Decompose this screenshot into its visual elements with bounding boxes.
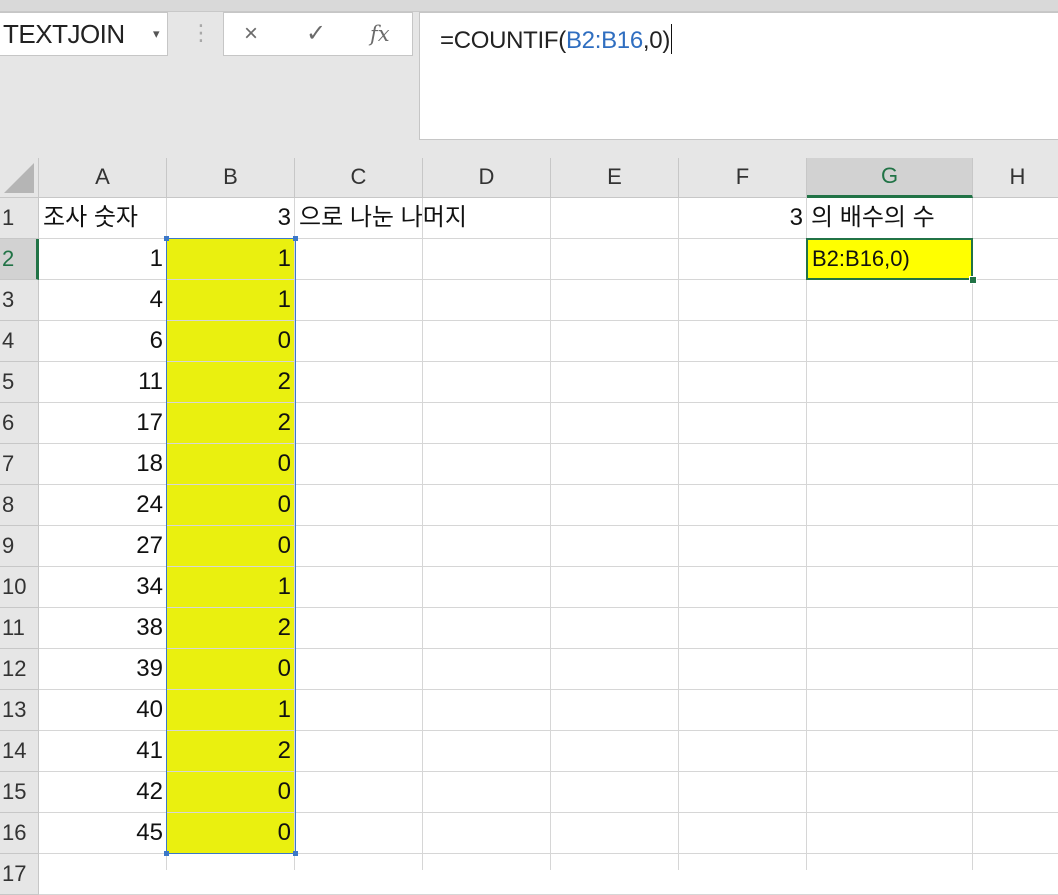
text-caret — [671, 24, 673, 54]
row-header-13[interactable]: 13 — [0, 690, 39, 731]
column-header-h[interactable]: H — [973, 158, 1058, 198]
row-header-7[interactable]: 7 — [0, 444, 39, 485]
row-header-15[interactable]: 15 — [0, 772, 39, 813]
range-handle-bottom-right[interactable] — [293, 851, 298, 856]
column-header-a[interactable]: A — [39, 158, 167, 198]
name-box-value: TEXTJOIN — [3, 19, 125, 49]
cell-a14[interactable]: 41 — [39, 731, 167, 771]
cell-a2[interactable]: 1 — [39, 239, 167, 279]
cell-c1[interactable]: 으로 나눈 나머지 — [295, 198, 555, 238]
row-header-2[interactable]: 2 — [0, 239, 39, 280]
cell-edit-text: B2:B16,0) — [812, 246, 910, 271]
active-cell-g2[interactable]: B2:B16,0) — [806, 238, 973, 280]
row-header-6[interactable]: 6 — [0, 403, 39, 444]
select-all-triangle-icon — [4, 163, 34, 193]
cell-a4[interactable]: 6 — [39, 321, 167, 361]
cell-a5[interactable]: 11 — [39, 362, 167, 402]
cell-a13[interactable]: 40 — [39, 690, 167, 730]
row-header-1[interactable]: 1 — [0, 198, 39, 239]
cell-a16[interactable]: 45 — [39, 813, 167, 853]
grid-column-line — [422, 198, 423, 870]
range-handle-bottom-left[interactable] — [164, 851, 169, 856]
cell-a10[interactable]: 34 — [39, 567, 167, 607]
column-header-b[interactable]: B — [167, 158, 295, 198]
enter-icon[interactable]: ✓ — [306, 13, 326, 55]
worksheet-grid[interactable]: 1 4 6 11 17 18 24 27 34 38 39 40 41 42 45 1 1 0 2 2 0 0 0 1 2 0 1 2… — [39, 198, 1058, 895]
grid-column-line — [550, 198, 551, 870]
cell-g1[interactable]: 의 배수의 수 — [807, 198, 1007, 238]
cancel-icon[interactable]: × — [244, 13, 258, 55]
column-header-c[interactable]: C — [295, 158, 423, 198]
row-header-8[interactable]: 8 — [0, 485, 39, 526]
column-header-e[interactable]: E — [551, 158, 679, 198]
row-header-9[interactable]: 9 — [0, 526, 39, 567]
formula-reference-box — [166, 238, 296, 854]
formula-buttons: × ✓ fx — [223, 12, 413, 56]
formula-toolbar: TEXTJOIN ▾ ⋮ × ✓ fx =COUNTIF(B2:B16,0) — [0, 0, 1058, 158]
formula-input[interactable]: =COUNTIF(B2:B16,0) — [419, 12, 1058, 140]
fill-handle[interactable] — [969, 276, 977, 284]
name-box[interactable]: TEXTJOIN ▾ — [0, 12, 168, 56]
grid-column-line — [678, 198, 679, 870]
formula-prefix: =COUNTIF( — [440, 27, 566, 54]
insert-function-icon[interactable]: fx — [370, 13, 390, 55]
formula-suffix: ,0) — [642, 27, 671, 54]
column-header-f[interactable]: F — [679, 158, 807, 198]
row-header-4[interactable]: 4 — [0, 321, 39, 362]
cell-b1[interactable]: 3 — [167, 198, 295, 238]
row-header-10[interactable]: 10 — [0, 567, 39, 608]
ribbon-edge — [0, 0, 1058, 12]
chevron-down-icon[interactable]: ▾ — [153, 13, 160, 55]
cell-a7[interactable]: 18 — [39, 444, 167, 484]
row-header-14[interactable]: 14 — [0, 731, 39, 772]
cell-a9[interactable]: 27 — [39, 526, 167, 566]
column-header-d[interactable]: D — [423, 158, 551, 198]
cell-f1[interactable]: 3 — [679, 198, 807, 238]
row-header-5[interactable]: 5 — [0, 362, 39, 403]
cell-a12[interactable]: 39 — [39, 649, 167, 689]
cell-a11[interactable]: 38 — [39, 608, 167, 648]
grid-column-line — [972, 198, 973, 870]
cell-a6[interactable]: 17 — [39, 403, 167, 443]
select-all-button[interactable] — [0, 158, 39, 198]
cell-a3[interactable]: 4 — [39, 280, 167, 320]
grip-icon: ⋮ — [190, 20, 212, 45]
row-header-11[interactable]: 11 — [0, 608, 39, 649]
column-header-g[interactable]: G — [807, 158, 973, 198]
formula-range-ref: B2:B16 — [565, 27, 643, 54]
cell-a15[interactable]: 42 — [39, 772, 167, 812]
grid-column-line — [806, 198, 807, 870]
row-header-12[interactable]: 12 — [0, 649, 39, 690]
row-header-17[interactable]: 17 — [0, 854, 39, 895]
cell-a8[interactable]: 24 — [39, 485, 167, 525]
row-header-3[interactable]: 3 — [0, 280, 39, 321]
row-header-16[interactable]: 16 — [0, 813, 39, 854]
